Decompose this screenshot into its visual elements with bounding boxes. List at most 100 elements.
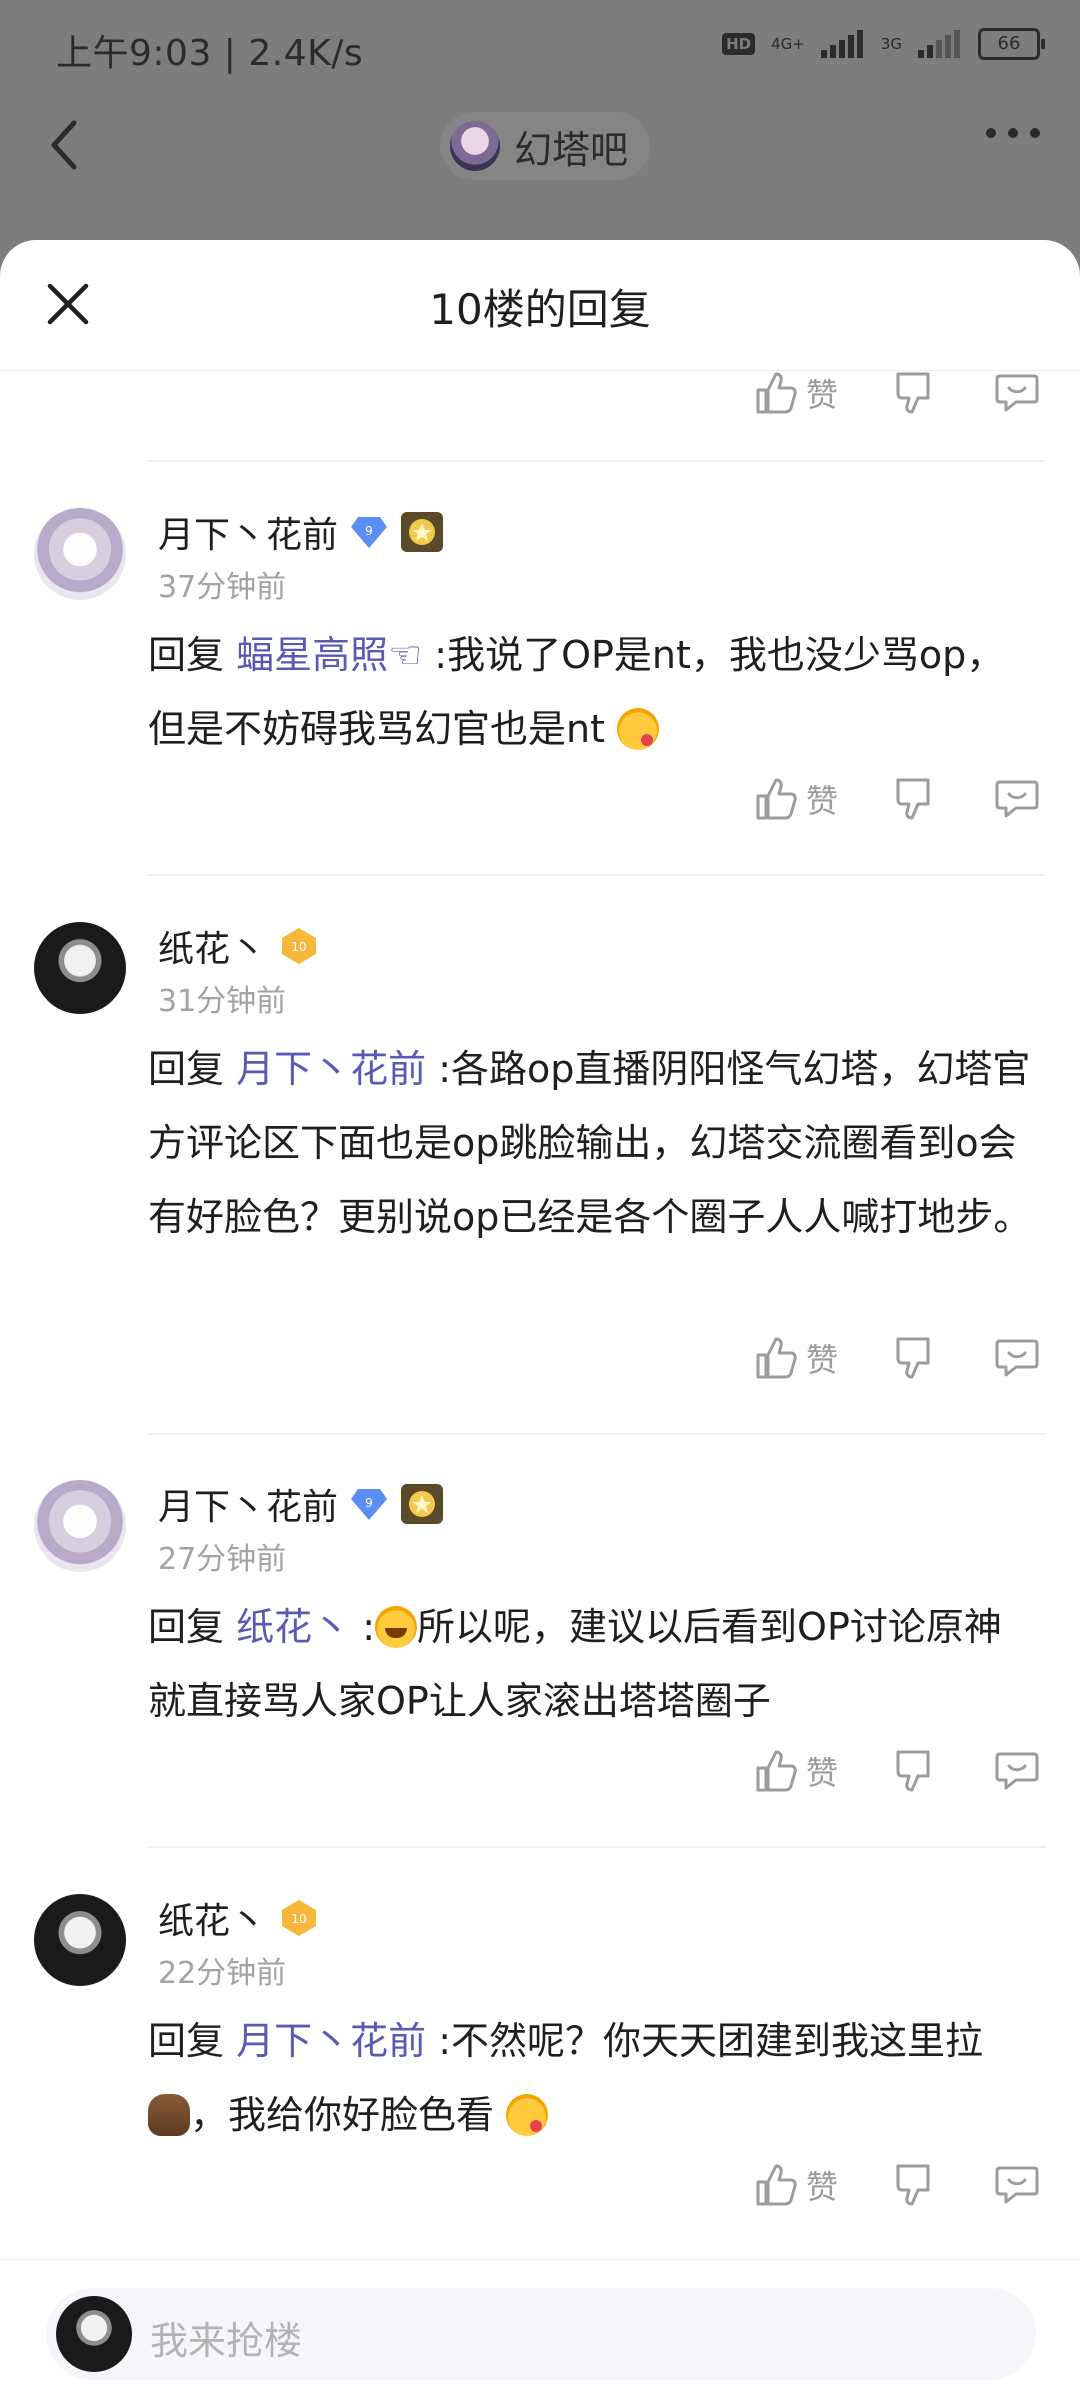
like-button[interactable]: 赞 <box>754 1748 838 1794</box>
avatar[interactable] <box>34 1480 126 1572</box>
level-number: 9 <box>365 524 373 538</box>
avatar[interactable] <box>34 508 126 600</box>
medal-icon <box>401 1484 444 1524</box>
mention-link[interactable]: 蝠星高照☜ <box>236 633 422 677</box>
like-label: 赞 <box>805 1341 838 1379</box>
comment-text-prefix: : <box>362 1605 376 1649</box>
laugh-emoji-icon <box>375 1606 418 1648</box>
reply-button[interactable] <box>994 1335 1040 1381</box>
dislike-button[interactable] <box>894 1748 938 1794</box>
like-label: 赞 <box>805 1754 838 1792</box>
dislike-icon <box>896 1750 930 1792</box>
mention-link[interactable]: 纸花丶 <box>236 1605 350 1649</box>
username: 纸花丶 <box>158 1901 267 1942</box>
replies-sheet: 10楼的回复 赞 月下丶花前 9 37分钟前 回复 蝠星高照☜ :我说了OP是n… <box>0 240 1080 2400</box>
reply-input[interactable]: 我来抢楼 <box>46 2288 1036 2380</box>
like-label: 赞 <box>805 376 838 414</box>
reply-input-placeholder: 我来抢楼 <box>150 2319 303 2363</box>
divider <box>148 460 1046 462</box>
reply-icon <box>995 1339 1039 1377</box>
level-number: 10 <box>291 1912 306 1926</box>
yum-emoji-icon <box>506 2094 549 2136</box>
hd-badge: HD <box>722 33 756 55</box>
sheet-header: 10楼的回复 <box>0 240 1080 371</box>
mention-link[interactable]: 月下丶花前 <box>236 1047 426 1091</box>
reply-icon <box>995 780 1039 818</box>
action-row: 赞 <box>754 2162 1040 2208</box>
like-icon <box>756 1337 797 1379</box>
like-button[interactable]: 赞 <box>754 776 838 822</box>
reply-button[interactable] <box>994 370 1040 416</box>
dislike-icon <box>896 2164 930 2206</box>
poop-emoji-icon <box>148 2094 190 2136</box>
back-icon[interactable] <box>40 115 90 175</box>
comment-text-suffix: ，我给你好脸色看 <box>190 2093 495 2137</box>
action-row: 赞 <box>754 1335 1040 1381</box>
reply-prefix: 回复 <box>148 1605 225 1649</box>
reply-button[interactable] <box>994 776 1040 822</box>
dislike-button[interactable] <box>894 1335 938 1381</box>
like-icon <box>756 372 797 414</box>
sheet-title: 10楼的回复 <box>429 285 651 334</box>
status-icons: HD 4G+ 3G 66 <box>722 28 1045 60</box>
my-avatar <box>56 2296 132 2372</box>
dislike-icon <box>896 372 930 414</box>
username: 月下丶花前 <box>158 1487 339 1528</box>
yum-emoji-icon <box>617 708 660 750</box>
reply-icon <box>995 374 1039 412</box>
avatar[interactable] <box>34 922 126 1014</box>
comment-body: 回复 月下丶花前 :各路op直播阴阳怪气幻塔，幻塔官方评论区下面也是op跳脸输出… <box>148 1032 1036 1254</box>
like-button[interactable]: 赞 <box>754 2162 838 2208</box>
status-time-speed: 上午9:03 | 2.4K/s <box>56 33 364 74</box>
medal-icon <box>401 512 444 552</box>
like-icon <box>756 778 797 820</box>
dislike-button[interactable] <box>894 2162 938 2208</box>
username: 月下丶花前 <box>158 515 339 556</box>
reply-icon <box>995 1752 1039 1790</box>
comment-time: 22分钟前 <box>158 1956 287 1991</box>
reply-icon <box>995 2166 1039 2204</box>
like-button[interactable]: 赞 <box>754 1335 838 1381</box>
comment-body: 回复 蝠星高照☜ :我说了OP是nt，我也没少骂op，但是不妨碍我骂幻官也是nt <box>148 618 1036 766</box>
level-number: 9 <box>365 1496 373 1510</box>
divider <box>148 1846 1046 1848</box>
action-row: 赞 <box>754 776 1040 822</box>
forum-pill[interactable]: 幻塔吧 <box>440 112 651 180</box>
mention-link[interactable]: 月下丶花前 <box>236 2019 426 2063</box>
more-icon[interactable] <box>986 128 1040 138</box>
status-bar: 上午9:03 | 2.4K/s HD 4G+ 3G 66 <box>0 0 1080 100</box>
avatar[interactable] <box>34 1894 126 1986</box>
dislike-icon <box>896 778 930 820</box>
comment-user[interactable]: 月下丶花前 9 <box>158 506 444 558</box>
network-4g-label: 4G+ <box>771 35 805 53</box>
dislike-button[interactable] <box>894 370 938 416</box>
signal-2-icon <box>918 30 960 58</box>
reply-prefix: 回复 <box>148 2019 225 2063</box>
comment-time: 27分钟前 <box>158 1542 287 1577</box>
comment-text: :不然呢？你天天团建到我这里拉 <box>438 2019 984 2063</box>
battery-indicator: 66 <box>978 28 1045 60</box>
forum-avatar <box>450 121 500 171</box>
reply-button[interactable] <box>994 1748 1040 1794</box>
dislike-button[interactable] <box>894 776 938 822</box>
level-badge-icon: 10 <box>282 928 317 964</box>
level-badge-icon: 9 <box>351 517 388 548</box>
comment-user[interactable]: 月下丶花前 9 <box>158 1478 444 1530</box>
reply-button[interactable] <box>994 2162 1040 2208</box>
level-number: 10 <box>291 940 306 954</box>
level-badge-icon: 10 <box>282 1900 317 1936</box>
comment-user[interactable]: 纸花丶 10 <box>158 1892 320 1944</box>
like-icon <box>756 2164 797 2206</box>
like-label: 赞 <box>805 2168 838 2206</box>
network-3g-label: 3G <box>880 35 902 53</box>
like-label: 赞 <box>805 782 838 820</box>
divider <box>148 874 1046 876</box>
signal-icon <box>820 30 863 58</box>
forum-name: 幻塔吧 <box>514 127 629 172</box>
bottom-input-bar: 我来抢楼 <box>0 2259 1080 2400</box>
like-button[interactable]: 赞 <box>754 370 838 416</box>
like-icon <box>756 1750 797 1792</box>
comment-user[interactable]: 纸花丶 10 <box>158 920 320 972</box>
comment-time: 37分钟前 <box>158 570 287 605</box>
action-row-previous: 赞 <box>754 370 1040 416</box>
